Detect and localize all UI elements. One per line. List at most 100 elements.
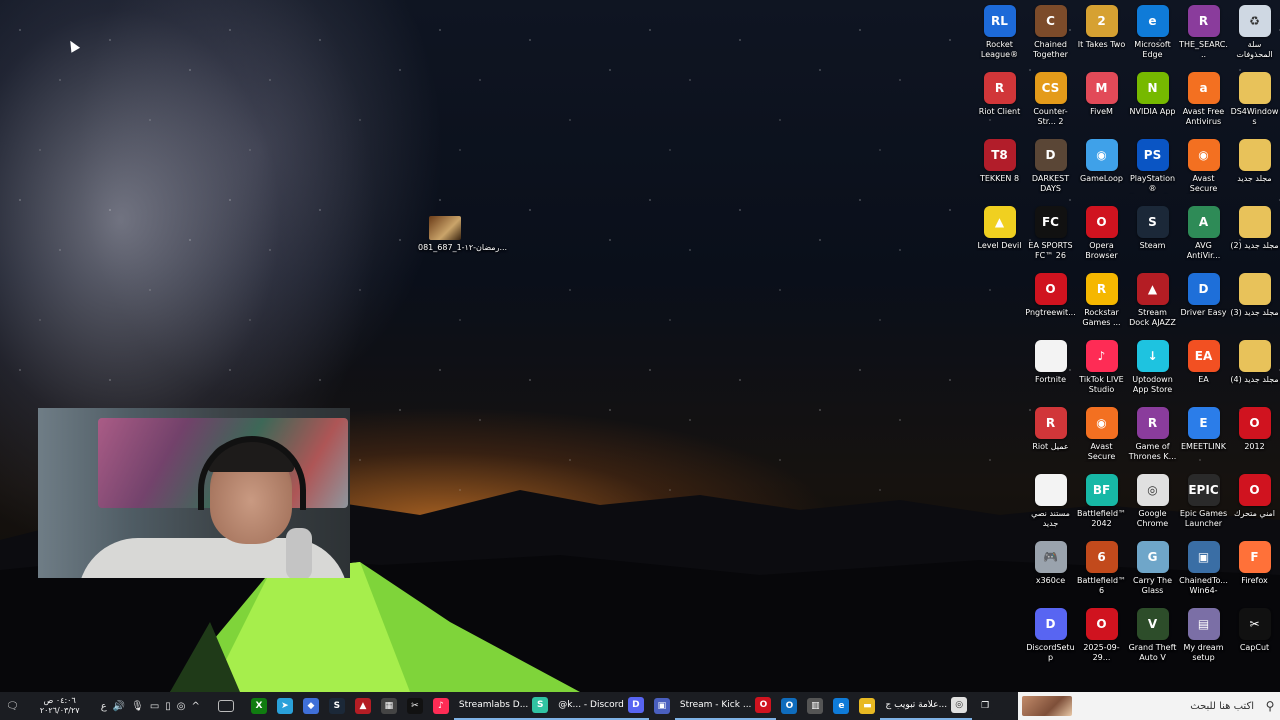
desktop-icon-opera[interactable]: O 2025-09-29... (1076, 607, 1127, 674)
desktop-icon-winrar[interactable]: R THE_SEARC... (1178, 4, 1229, 71)
tray-app-icon[interactable]: ◎ (177, 701, 186, 712)
desktop-icon-text-file[interactable]: مستند نصي جديد (1025, 473, 1076, 540)
desktop-icon-fivem[interactable]: M FiveM (1076, 71, 1127, 138)
taskbar-app-tiktok[interactable]: ♪ (428, 692, 454, 720)
desktop-icon-avast[interactable]: a Avast Free Antivirus (1178, 71, 1229, 138)
show-hidden-icons-chevron-icon[interactable]: ^ (192, 701, 200, 712)
desktop-icon-gta[interactable]: V Grand Theft Auto V (1127, 607, 1178, 674)
desktop-icon-riot[interactable]: R Riot Client (974, 71, 1025, 138)
network-icon[interactable]: ▭ (150, 701, 159, 712)
desktop-icon-emeetlink[interactable]: E EMEETLINK (1178, 406, 1229, 473)
taskbar-app-file-explorer[interactable]: ▬ (854, 692, 880, 720)
gameloop-icon: ◉ (1085, 139, 1118, 171)
desktop-icon-game[interactable]: G Carry The Glass (1127, 540, 1178, 607)
taskbar-app-app[interactable]: ▦ (376, 692, 402, 720)
webcam-overlay (38, 408, 350, 578)
desktop-icon-rocket-league[interactable]: RL Rocket League® (974, 4, 1025, 71)
desktop-icon-folder[interactable]: مجلد جديد (2) (1229, 205, 1280, 272)
taskbar-app-opera[interactable]: Stream - Kick ... O (674, 692, 777, 720)
desktop-icon-avast-browser[interactable]: ◉ Avast Secure Browser (1076, 406, 1127, 473)
desktop-icon-it-takes-two[interactable]: 2 It Takes Two (1076, 4, 1127, 71)
desktop-icon-nvidia[interactable]: N NVIDIA App (1127, 71, 1178, 138)
desktop-icon-rockstar[interactable]: R Rockstar Games ... (1076, 272, 1127, 339)
desktop-icon-firefox[interactable]: F Firefox (1229, 540, 1280, 607)
desktop-icon-gamepad[interactable]: 🎮 x360ce (1025, 540, 1076, 607)
taskbar-app-stream-dock[interactable]: ▲ (350, 692, 376, 720)
desktop-icon-label: مجلد جديد (1237, 174, 1272, 183)
desktop-icon-steam[interactable]: S Steam (1127, 205, 1178, 272)
desktop-icon-tiktok[interactable]: ♪ TikTok LIVE Studio (1076, 339, 1127, 406)
taskbar-app-capcut[interactable]: ✂ (402, 692, 428, 720)
desktop-icon-playstation[interactable]: PS PlayStation® Accessories (1127, 138, 1178, 205)
notification-icon[interactable]: 🗨 (6, 701, 19, 712)
desktop-icon-stream-dock[interactable]: ▲ Stream Dock AJAZZ (1127, 272, 1178, 339)
desktop-icon-ea-fc[interactable]: FC EA SPORTS FC™ 26 (1025, 205, 1076, 272)
taskbar-app-chrome[interactable]: علامة تبويب ج... ◎ (880, 692, 973, 720)
desktop-icon-opera[interactable]: O Pngtreewit... (1025, 272, 1076, 339)
desktop-icon-game[interactable]: C Chained Together (1025, 4, 1076, 71)
desktop-icon-folder[interactable]: DS4Windows (1229, 71, 1280, 138)
desktop-icon-opera[interactable]: O 2012 (1229, 406, 1280, 473)
desktop-icon-avg[interactable]: A AVG AntiVir... (1178, 205, 1229, 272)
desktop-icon-battlefield[interactable]: 6 Battlefield™ 6 (1076, 540, 1127, 607)
desktop-icon-folder[interactable]: مجلد جديد (4) (1229, 339, 1280, 406)
image-file-icon (429, 216, 461, 240)
desktop-icon-edge[interactable]: e Microsoft Edge (1127, 4, 1178, 71)
taskbar-app-steam[interactable]: S (324, 692, 350, 720)
counter-strike-icon: CS (1034, 72, 1067, 104)
taskbar-app-store[interactable]: ▥ (802, 692, 828, 720)
desktop-icon-winrar[interactable]: R Game of Thrones K... (1127, 406, 1178, 473)
taskbar-clock[interactable]: ٠٤:٠٦ ص ٢٠٢٦/٠٣/٢٧ (25, 696, 95, 716)
desktop-icon-riot[interactable]: R Riot عميل (1025, 406, 1076, 473)
desktop-icon-avast-browser[interactable]: ◉ Avast Secure Browser (1178, 138, 1229, 205)
desktop-icon-chrome[interactable]: ◎ Google Chrome (1127, 473, 1178, 540)
battery-icon[interactable]: ▯ (165, 701, 171, 712)
taskbar-app-telegram[interactable]: ➤ (272, 692, 298, 720)
outlook-icon: O (781, 698, 798, 714)
desktop-icon-recycle-bin[interactable]: ♻ سلة المحذوفات (1229, 4, 1280, 71)
stream-dock-icon: ▲ (354, 698, 371, 714)
notification-center[interactable]: 🗨 (0, 701, 25, 712)
taskbar-app-label: Stream - Kick ... (679, 700, 752, 710)
taskbar-app-app[interactable]: ◆ (298, 692, 324, 720)
desktop-icon-gameloop[interactable]: ◉ GameLoop (1076, 138, 1127, 205)
desktop-icon-label: CapCut (1239, 643, 1270, 652)
desktop-icon-folder[interactable]: مجلد جديد (3) (1229, 272, 1280, 339)
desktop-icon-uptodown[interactable]: ↓ Uptodown App Store (1127, 339, 1178, 406)
desktop-icon-image[interactable]: ▤ My dream setup (1178, 607, 1229, 674)
desktop-icon-tekken[interactable]: T8 TEKKEN 8 (974, 138, 1025, 205)
input-language-indicator[interactable]: ع (101, 701, 107, 712)
taskbar-app-task-view[interactable]: ❐ (972, 692, 998, 720)
search-icon: ⚲ (1265, 699, 1275, 713)
desktop-icon-opera[interactable]: O امني متحرك (1229, 473, 1280, 540)
desktop-icon-battlefield[interactable]: BF Battlefield™ 2042 (1076, 473, 1127, 540)
volume-icon[interactable]: 🔊 (113, 701, 125, 712)
touch-keyboard-button[interactable] (206, 692, 246, 720)
taskbar-search-box[interactable]: اكتب هنا للبحث ⚲ (1018, 692, 1280, 720)
taskbar-app-streamlabs[interactable]: Streamlabs D... S (453, 692, 554, 720)
desktop-icon-discord[interactable]: D DiscordSetup (1025, 607, 1076, 674)
desktop-icon-capcut[interactable]: ✂ CapCut (1229, 607, 1280, 674)
microphone-tray-icon[interactable]: 🎙 (131, 701, 144, 712)
desktop-file-ramadan[interactable]: رمضان-١٢-1_687_081... (418, 216, 507, 253)
desktop-icon-label: EMEETLINK (1181, 442, 1226, 451)
taskbar-app-discord[interactable]: @k... - Discord D (553, 692, 649, 720)
riot-icon: R (1034, 407, 1067, 439)
desktop-icon-opera[interactable]: O Opera Browser (1076, 205, 1127, 272)
desktop-icon-file[interactable]: Fortnite (1025, 339, 1076, 406)
shortcut-icon: ▣ (1187, 541, 1220, 573)
taskbar-app-edge[interactable]: e (828, 692, 854, 720)
desktop-icon-shortcut[interactable]: ▣ ChainedTo... Win64-Ship... (1178, 540, 1229, 607)
taskbar-app-outlook[interactable]: O (776, 692, 802, 720)
desktop-icon-game[interactable]: ▲ Level Devil (974, 205, 1025, 272)
desktop-icon-ea[interactable]: EA EA (1178, 339, 1229, 406)
desktop-icon-game[interactable]: D DARKEST DAYS (1025, 138, 1076, 205)
desktop-icon-folder[interactable]: مجلد جديد (1229, 138, 1280, 205)
desktop-icon-driver-easy[interactable]: D Driver Easy (1178, 272, 1229, 339)
desktop-icon-label: DARKEST DAYS (1031, 174, 1070, 193)
desktop-icon-epic-games[interactable]: EPIC Epic Games Launcher (1178, 473, 1229, 540)
taskbar-app-xbox[interactable]: X (246, 692, 272, 720)
taskbar-app-app[interactable]: ▣ (649, 692, 675, 720)
desktop-icon-counter-strike[interactable]: CS Counter-Str... 2 (1025, 71, 1076, 138)
avast-icon: a (1187, 72, 1220, 104)
